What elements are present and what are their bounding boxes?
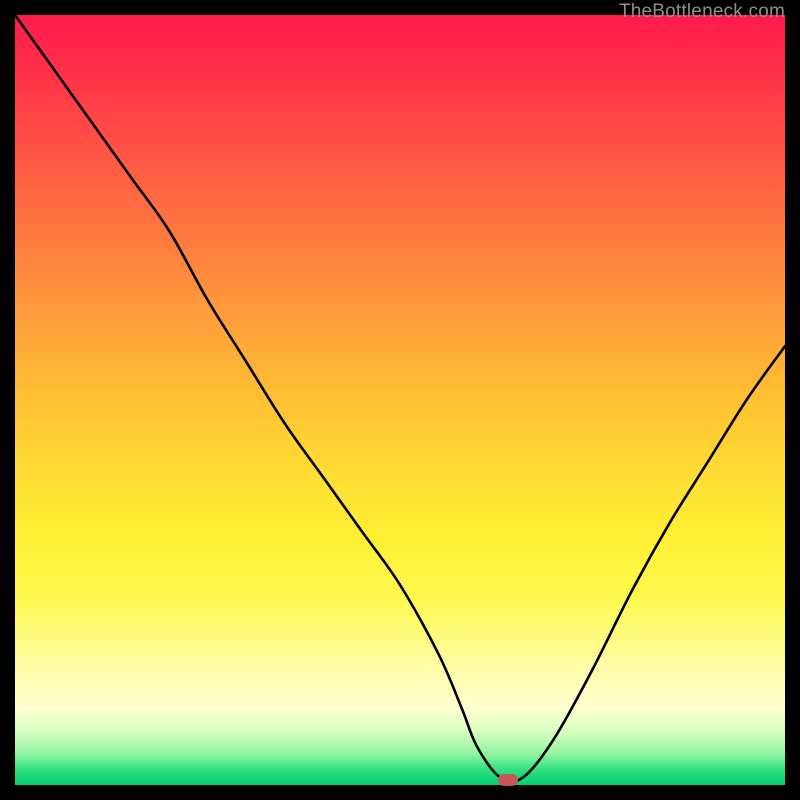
bottleneck-curve xyxy=(15,15,785,785)
plot-area xyxy=(15,15,785,785)
marker-point xyxy=(498,774,518,786)
chart-container: TheBottleneck.com xyxy=(0,0,800,800)
watermark-text: TheBottleneck.com xyxy=(619,1,785,23)
